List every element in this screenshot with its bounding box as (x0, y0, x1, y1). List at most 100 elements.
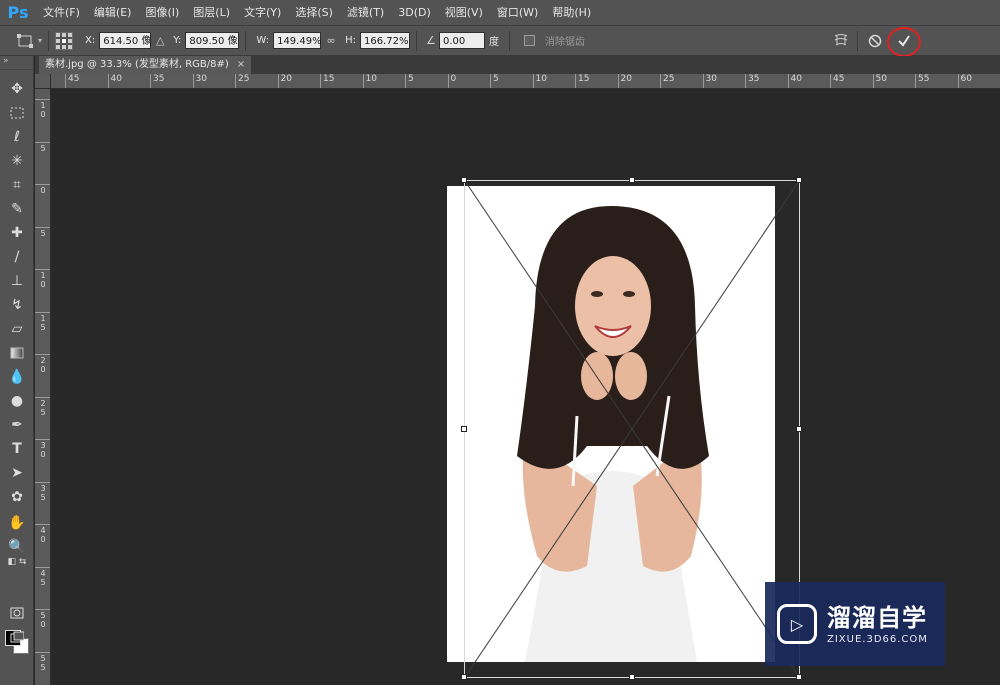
h-label: H: (345, 35, 356, 46)
width-field[interactable]: 149.49% (273, 32, 322, 49)
screen-mode-icon[interactable] (4, 626, 30, 648)
menu-select[interactable]: 选择(S) (288, 0, 340, 25)
healing-brush-tool-icon[interactable]: ✚ (4, 222, 30, 244)
eraser-tool-icon[interactable]: ▱ (4, 318, 30, 340)
ruler-corner[interactable] (35, 74, 51, 89)
ruler-h-label: 20 (617, 74, 632, 88)
clone-stamp-tool-icon[interactable]: ⊥ (4, 270, 30, 292)
ruler-h-label: 35 (150, 74, 164, 88)
path-selection-tool-icon[interactable]: ➤ (4, 462, 30, 484)
ruler-h-label: 5 (490, 74, 499, 88)
options-bar: ▾ X: 614.50 像 △ Y: 809.50 像 W: 149.49% ∞… (0, 25, 1000, 57)
photoshop-window: Ps 文件(F) 编辑(E) 图像(I) 图层(L) 文字(Y) 选择(S) 滤… (0, 0, 1000, 685)
brush-tool-icon[interactable]: ∕ (4, 246, 30, 268)
hand-tool-icon[interactable]: ✋ (4, 512, 30, 534)
ruler-h-label: 15 (320, 74, 334, 88)
transform-tool-icon[interactable] (14, 31, 36, 51)
blur-tool-icon[interactable]: 💧 (4, 366, 30, 388)
play-logo-icon: ▷ (777, 604, 817, 644)
ruler-v-label: 5 0 (35, 609, 50, 629)
transform-diagonals (465, 181, 799, 677)
transform-handle-bottom-right[interactable] (796, 674, 802, 680)
menu-file[interactable]: 文件(F) (36, 0, 87, 25)
menu-type[interactable]: 文字(Y) (237, 0, 288, 25)
horizontal-ruler[interactable]: 45 40 35 30 25 20 15 10 5 0 5 10 15 20 25 30 35 40 45 50 55 6… (51, 74, 1000, 89)
lasso-tool-icon[interactable]: ℓ (4, 126, 30, 148)
ruler-v-label: 2 0 (35, 354, 50, 374)
shape-tool-icon[interactable]: ✿ (4, 486, 30, 508)
link-icon[interactable]: ∞ (321, 31, 341, 51)
menu-edit[interactable]: 编辑(E) (87, 0, 139, 25)
vertical-ruler[interactable]: 1 0 5 0 5 1 0 1 5 2 0 2 5 3 0 3 5 4 0 4 5 5 0 5 5 (35, 89, 51, 685)
commit-transform-icon[interactable] (893, 31, 915, 51)
menu-layer[interactable]: 图层(L) (186, 0, 237, 25)
document-tab[interactable]: 素材.jpg @ 33.3% (发型素材, RGB/8#) × (39, 56, 252, 74)
reference-point-grid[interactable] (55, 31, 74, 50)
document-tab-bar: 素材.jpg @ 33.3% (发型素材, RGB/8#) × (35, 56, 1000, 74)
ruler-v-label: 5 (35, 141, 50, 153)
free-transform-bounding-box[interactable] (461, 177, 802, 680)
ruler-h-label: 40 (107, 74, 122, 88)
w-label: W: (256, 35, 270, 46)
rotate-field[interactable]: 0.00 (438, 32, 485, 49)
dodge-tool-icon[interactable]: ● (4, 390, 30, 412)
divider (508, 30, 510, 51)
antialias-checkbox[interactable] (523, 35, 535, 46)
divider (245, 30, 247, 51)
eyedropper-tool-icon[interactable]: ✎ (4, 198, 30, 220)
transform-handle-right[interactable] (796, 426, 802, 432)
ruler-h-label: 35 (745, 74, 759, 88)
ruler-v-label: 1 5 (35, 311, 50, 332)
transform-handle-bottom-left[interactable] (461, 674, 467, 680)
zoom-tool-icon[interactable]: 🔍 (4, 536, 30, 558)
transform-handle-top-left[interactable] (461, 177, 467, 183)
divider (857, 31, 858, 51)
menu-view[interactable]: 视图(V) (438, 0, 490, 25)
menu-3d[interactable]: 3D(D) (391, 0, 438, 25)
panel-collapse-icon[interactable]: » (0, 56, 33, 70)
ruler-h-label: 30 (702, 74, 717, 88)
relative-position-icon[interactable]: △ (151, 31, 169, 51)
ruler-v-label: 1 0 (35, 99, 50, 119)
menu-help[interactable]: 帮助(H) (545, 0, 598, 25)
default-colors-icon[interactable]: ◧ ⇆ (4, 556, 30, 568)
move-tool-icon[interactable]: ✥ (4, 78, 30, 100)
menu-window[interactable]: 窗口(W) (490, 0, 545, 25)
ruler-h-label: 5 (405, 74, 414, 88)
app-logo: Ps (7, 3, 29, 22)
menu-filter[interactable]: 滤镜(T) (340, 0, 391, 25)
ruler-h-label: 45 (830, 74, 844, 88)
ruler-h-label: 25 (660, 74, 674, 88)
ruler-h-label: 50 (872, 74, 887, 88)
transform-handle-left[interactable] (461, 426, 467, 432)
tool-preset-dropdown-icon[interactable]: ▾ (38, 36, 42, 45)
tools-panel: » ✥ ℓ ✳ ⌗ ✎ ✚ ∕ ⊥ ↯ ▱ 💧 ● ✒ T ➤ ✿ ✋ 🔍 ◧ … (0, 56, 34, 685)
watermark-subtitle: ZIXUE.3D66.COM (827, 633, 928, 645)
menu-bar: Ps 文件(F) 编辑(E) 图像(I) 图层(L) 文字(Y) 选择(S) 滤… (0, 0, 1000, 25)
transform-handle-top-right[interactable] (796, 177, 802, 183)
divider (415, 30, 417, 51)
ruler-v-label: 4 5 (35, 566, 50, 587)
history-brush-tool-icon[interactable]: ↯ (4, 294, 30, 316)
x-position-field[interactable]: 614.50 像 (99, 32, 151, 49)
transform-handle-bottom[interactable] (629, 674, 635, 680)
transform-handle-top[interactable] (629, 177, 635, 183)
ruler-v-label: 4 0 (35, 524, 50, 544)
ruler-h-label: 30 (192, 74, 207, 88)
marquee-tool-icon[interactable] (4, 102, 30, 124)
height-field[interactable]: 166.72% (359, 32, 410, 49)
pen-tool-icon[interactable]: ✒ (4, 414, 30, 436)
cancel-transform-icon[interactable] (864, 31, 886, 51)
ruler-v-label: 3 0 (35, 439, 50, 459)
magic-wand-tool-icon[interactable]: ✳ (4, 150, 30, 172)
warp-mode-icon[interactable] (830, 30, 852, 50)
menu-image[interactable]: 图像(I) (138, 0, 186, 25)
close-tab-icon[interactable]: × (237, 56, 245, 74)
gradient-tool-icon[interactable] (4, 342, 30, 364)
quick-mask-icon[interactable] (4, 602, 30, 624)
ruler-h-label: 15 (575, 74, 589, 88)
crop-tool-icon[interactable]: ⌗ (4, 174, 30, 196)
ruler-h-label: 55 (915, 74, 929, 88)
type-tool-icon[interactable]: T (4, 438, 30, 460)
y-position-field[interactable]: 809.50 像 (185, 32, 240, 49)
